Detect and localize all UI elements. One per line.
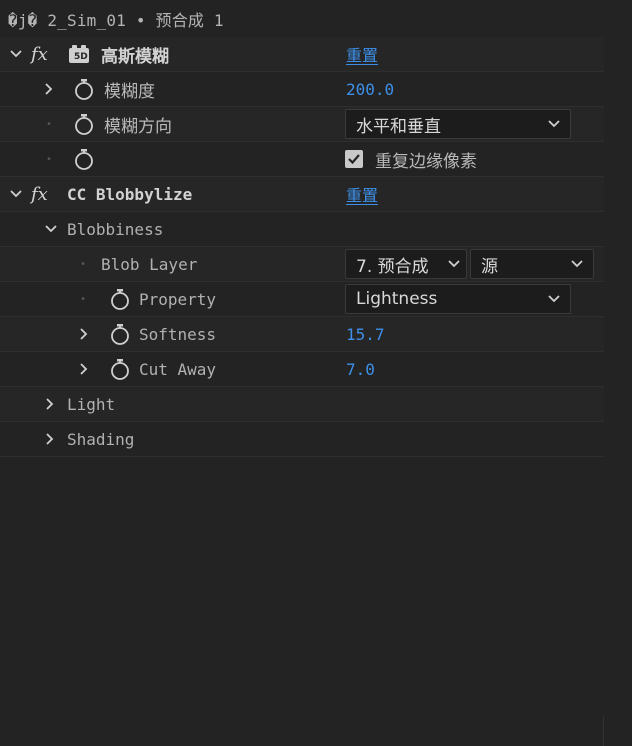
- stopwatch-icon[interactable]: [110, 282, 130, 316]
- svg-text:fx: fx: [30, 44, 48, 64]
- fx-icon[interactable]: fx: [30, 177, 52, 211]
- chevron-down-icon: [548, 120, 560, 128]
- bullet-dot: •: [80, 258, 87, 270]
- svg-text:5D: 5D: [74, 52, 88, 62]
- param-label-blurriness: 模糊度: [104, 81, 155, 102]
- chevron-right-icon[interactable]: [78, 352, 90, 386]
- group-label-shading: Shading: [67, 429, 135, 449]
- param-label-cut-away: Cut Away: [139, 359, 217, 379]
- bullet-dot: •: [80, 293, 87, 305]
- effect-header-cc-blobbylize: fx CC Blobbylize 重置: [0, 177, 604, 212]
- effect-controls-panel: fx 5D 高斯模糊 重置 模糊度 200.0 • 模糊方向 水平和垂直 • 重…: [0, 37, 604, 457]
- blur-direction-dropdown[interactable]: 水平和垂直: [345, 109, 571, 139]
- svg-text:fx: fx: [30, 184, 48, 204]
- repeat-edge-checkbox[interactable]: [345, 142, 363, 176]
- group-label-light: Light: [67, 394, 116, 414]
- param-row-blur-direction: • 模糊方向 水平和垂直: [0, 107, 604, 142]
- group-row-blobbiness: Blobbiness: [0, 212, 604, 247]
- checkmark-icon: [345, 150, 363, 168]
- param-label-softness: Softness: [139, 324, 217, 344]
- group-row-shading: Shading: [0, 422, 604, 457]
- param-row-repeat-edge: • 重复边缘像素: [0, 142, 604, 177]
- blurriness-value[interactable]: 200.0: [346, 72, 394, 106]
- blob-layer-value: 7. 预合成: [356, 256, 429, 277]
- stopwatch-icon[interactable]: [74, 107, 94, 141]
- property-dropdown[interactable]: Lightness: [345, 284, 571, 314]
- chevron-down-icon: [571, 260, 583, 268]
- property-value: Lightness: [356, 289, 438, 309]
- chevron-down-icon[interactable]: [9, 177, 23, 211]
- stopwatch-icon[interactable]: [74, 72, 94, 106]
- panel-title-text: �j� 2_Sim_01 • 预合成 1: [8, 10, 224, 30]
- param-row-cut-away: Cut Away 7.0: [0, 352, 604, 387]
- softness-value[interactable]: 15.7: [346, 317, 385, 351]
- param-label-blob-layer: Blob Layer: [101, 254, 198, 274]
- effect-header-gaussian-blur: fx 5D 高斯模糊 重置: [0, 37, 604, 72]
- blob-layer-source-value: 源: [481, 256, 498, 277]
- panel-divider: [603, 716, 604, 746]
- reset-button-gaussian[interactable]: 重置: [346, 37, 378, 71]
- param-row-property: • Property Lightness: [0, 282, 604, 317]
- param-row-blob-layer: • Blob Layer 7. 预合成 源: [0, 247, 604, 282]
- repeat-edge-label[interactable]: 重复边缘像素: [375, 142, 477, 176]
- stopwatch-icon[interactable]: [110, 317, 130, 351]
- fx-icon[interactable]: fx: [30, 37, 52, 71]
- param-label-blur-direction: 模糊方向: [104, 116, 172, 137]
- param-row-softness: Softness 15.7: [0, 317, 604, 352]
- param-row-blurriness: 模糊度 200.0: [0, 72, 604, 107]
- stopwatch-icon[interactable]: [74, 142, 94, 176]
- bullet-dot: •: [46, 118, 53, 130]
- effect-name-gaussian: 高斯模糊: [101, 46, 169, 67]
- chevron-right-icon[interactable]: [44, 387, 56, 421]
- chevron-right-icon[interactable]: [44, 422, 56, 456]
- blob-layer-dropdown[interactable]: 7. 预合成: [345, 249, 467, 279]
- chevron-down-icon[interactable]: [9, 37, 23, 71]
- effect-name-blobbylize: CC Blobbylize: [67, 184, 193, 204]
- bullet-dot: •: [46, 153, 53, 165]
- stopwatch-icon[interactable]: [110, 352, 130, 386]
- effect-plugin-icon: 5D: [68, 37, 90, 71]
- reset-button-blobbylize[interactable]: 重置: [346, 177, 378, 211]
- blur-direction-value: 水平和垂直: [356, 116, 441, 137]
- chevron-right-icon[interactable]: [78, 317, 90, 351]
- param-label-property: Property: [139, 289, 217, 309]
- chevron-down-icon[interactable]: [44, 212, 58, 246]
- panel-title: �j� 2_Sim_01 • 预合成 1: [0, 0, 632, 37]
- chevron-down-icon: [548, 295, 560, 303]
- group-row-light: Light: [0, 387, 604, 422]
- cut-away-value[interactable]: 7.0: [346, 352, 375, 386]
- chevron-right-icon[interactable]: [43, 72, 55, 106]
- blob-layer-source-dropdown[interactable]: 源: [470, 249, 594, 279]
- group-label-blobbiness: Blobbiness: [67, 219, 164, 239]
- chevron-down-icon: [448, 260, 460, 268]
